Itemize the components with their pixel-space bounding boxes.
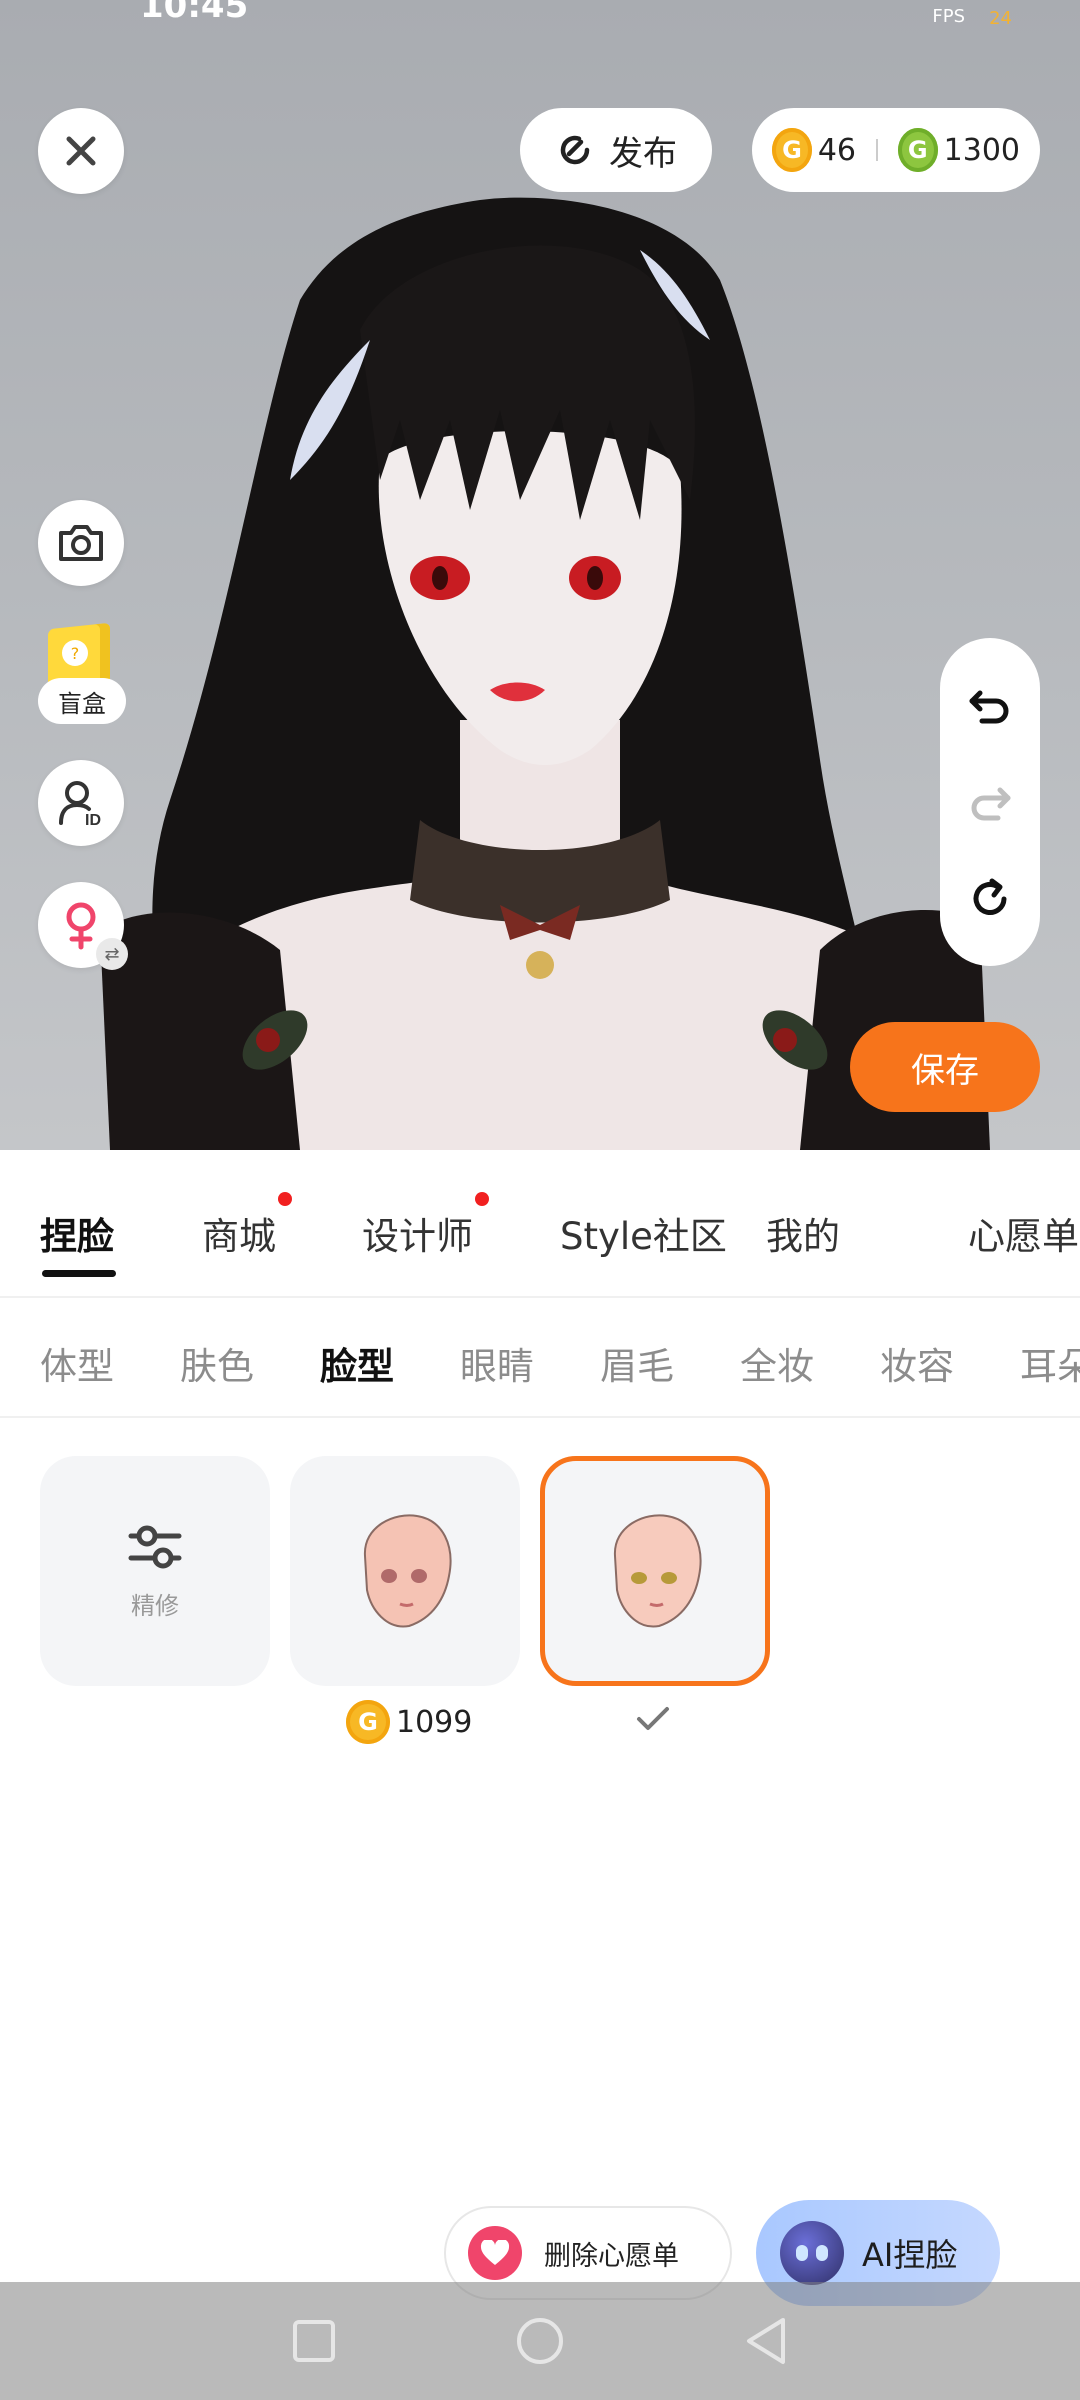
circle-icon bbox=[517, 2318, 563, 2364]
face-thumbnail bbox=[613, 1514, 702, 1628]
green-coin-icon: G bbox=[897, 128, 938, 172]
history-controls bbox=[940, 638, 1040, 966]
tab-mine[interactable]: 我的 bbox=[766, 1206, 840, 1260]
blindbox-button[interactable]: ? 盲盒 bbox=[38, 618, 126, 728]
notification-dot bbox=[278, 1192, 292, 1206]
back-button[interactable] bbox=[738, 2313, 794, 2369]
system-nav-bar bbox=[0, 2282, 1080, 2400]
currency-divider bbox=[876, 139, 878, 161]
recent-apps-button[interactable] bbox=[286, 2313, 342, 2369]
category-eyebrows[interactable]: 眉毛 bbox=[600, 1336, 674, 1390]
category-ears[interactable]: 耳朵 bbox=[1020, 1336, 1080, 1390]
remove-wishlist-label: 删除心愿单 bbox=[544, 2240, 679, 2272]
redo-icon bbox=[971, 787, 1011, 821]
reset-icon bbox=[973, 878, 1007, 916]
tab-label: 捏脸 bbox=[40, 1215, 114, 1258]
fine-tune-label: 精修 bbox=[131, 1591, 179, 1620]
tab-label: 设计师 bbox=[362, 1215, 473, 1258]
category-tab-bar: 体型 肤色 脸型 眼睛 眉毛 全妆 妆容 耳朵 bbox=[0, 1298, 1080, 1418]
category-skin[interactable]: 肤色 bbox=[180, 1336, 254, 1390]
gold-coin-icon: G bbox=[346, 1700, 390, 1744]
tab-designer[interactable]: 设计师 bbox=[362, 1192, 489, 1260]
avatar-id-icon: ID bbox=[59, 781, 101, 829]
blindbox-label: 盲盒 bbox=[38, 678, 126, 724]
category-makeup[interactable]: 妆容 bbox=[880, 1336, 954, 1390]
category-body[interactable]: 体型 bbox=[40, 1336, 114, 1390]
tab-wishlist[interactable]: 心愿单 bbox=[968, 1206, 1079, 1260]
home-button[interactable] bbox=[512, 2313, 568, 2369]
currency-balance[interactable]: G 46 G 1300 bbox=[752, 108, 1040, 192]
undo-icon bbox=[969, 690, 1009, 724]
face-option-card-selected[interactable] bbox=[540, 1456, 770, 1686]
gold-coin-count: 46 bbox=[817, 132, 857, 168]
tab-face-edit[interactable]: 捏脸 bbox=[40, 1206, 114, 1260]
gender-switch-button[interactable]: ⇄ bbox=[38, 882, 128, 970]
avatar-viewport[interactable]: 10:45 FPS 24 发布 G 46 G 1300 ? 盲盒 ID ⇄ 保存 bbox=[0, 0, 1080, 1150]
back-triangle-icon bbox=[747, 2318, 785, 2364]
female-icon bbox=[66, 902, 96, 950]
heart-icon bbox=[468, 2226, 522, 2280]
check-icon bbox=[637, 1707, 669, 1730]
redo-button[interactable] bbox=[960, 772, 1020, 832]
avatar-id-button[interactable]: ID bbox=[38, 760, 124, 846]
close-button[interactable] bbox=[38, 108, 124, 194]
face-thumbnail bbox=[363, 1514, 452, 1628]
fine-tune-card[interactable]: 精修 bbox=[40, 1456, 270, 1686]
category-face-shape[interactable]: 脸型 bbox=[320, 1336, 394, 1390]
sliders-icon bbox=[128, 1525, 182, 1568]
tab-label: 我的 bbox=[766, 1215, 840, 1258]
main-tab-bar: 捏脸 商城 设计师 Style社区 我的 心愿单 bbox=[0, 1150, 1080, 1298]
svg-text:ID: ID bbox=[85, 812, 101, 829]
reset-button[interactable] bbox=[960, 869, 1020, 929]
camera-icon bbox=[59, 525, 103, 561]
gold-coin-icon: G bbox=[772, 128, 812, 172]
category-eyes[interactable]: 眼睛 bbox=[460, 1336, 534, 1390]
tab-style-community[interactable]: Style社区 bbox=[560, 1206, 727, 1260]
active-tab-indicator bbox=[42, 1270, 116, 1277]
face-price: G 1099 bbox=[346, 1700, 472, 1744]
tab-label: 商城 bbox=[202, 1215, 276, 1258]
publish-button[interactable]: 发布 bbox=[520, 108, 712, 192]
publish-label: 发布 bbox=[609, 133, 677, 174]
green-coin-count: 1300 bbox=[943, 132, 1021, 168]
robot-icon bbox=[780, 2221, 844, 2285]
category-full-makeup[interactable]: 全妆 bbox=[740, 1336, 814, 1390]
close-icon bbox=[66, 136, 96, 166]
question-mark-icon: ? bbox=[62, 640, 88, 666]
square-icon bbox=[293, 2320, 335, 2362]
camera-button[interactable] bbox=[38, 500, 124, 586]
swap-icon: ⇄ bbox=[96, 938, 128, 970]
refresh-icon bbox=[560, 135, 590, 165]
face-option-card[interactable] bbox=[290, 1456, 520, 1686]
ai-face-label: AI捏脸 bbox=[862, 2236, 958, 2274]
save-button[interactable]: 保存 bbox=[850, 1022, 1040, 1112]
tab-label: Style社区 bbox=[560, 1215, 727, 1258]
tab-label: 心愿单 bbox=[968, 1215, 1079, 1258]
price-value: 1099 bbox=[396, 1704, 473, 1740]
notification-dot bbox=[475, 1192, 489, 1206]
tab-shop[interactable]: 商城 bbox=[202, 1192, 292, 1260]
undo-button[interactable] bbox=[960, 675, 1020, 735]
